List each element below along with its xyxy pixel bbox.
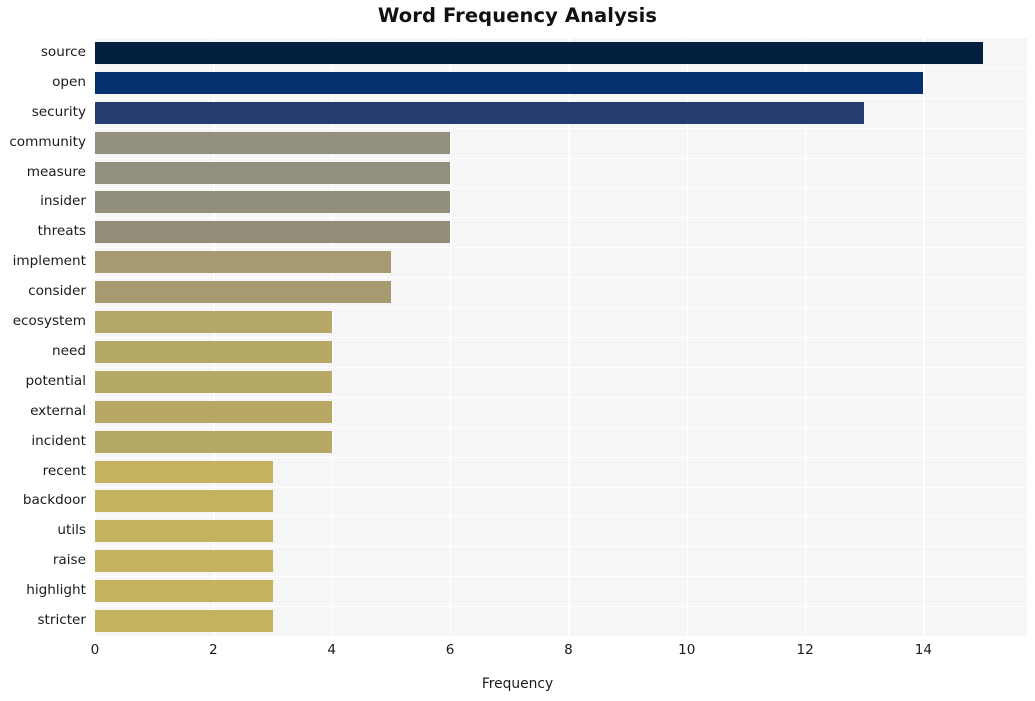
- y-tick-label: consider: [28, 283, 86, 300]
- y-tick-label: recent: [42, 462, 86, 479]
- y-tick-label: highlight: [26, 582, 86, 599]
- y-tick-label: open: [52, 73, 86, 90]
- x-tick-label: 2: [209, 642, 218, 658]
- y-tick-label: security: [31, 103, 86, 120]
- y-tick-label: external: [30, 402, 86, 419]
- y-tick-label: implement: [12, 253, 86, 270]
- word-frequency-chart: Word Frequency Analysis source open securi…: [0, 0, 1035, 701]
- y-tick-label: insider: [40, 193, 86, 210]
- y-tick-label: ecosystem: [12, 313, 86, 330]
- y-axis-labels: source open security community measure inside…: [0, 38, 1035, 636]
- y-tick-label: backdoor: [22, 492, 86, 509]
- y-tick-label: measure: [26, 163, 86, 180]
- y-tick-label: raise: [52, 552, 86, 569]
- page-title: Word Frequency Analysis: [377, 4, 658, 27]
- y-tick-label: utils: [57, 522, 86, 539]
- y-tick-label: source: [40, 43, 86, 60]
- y-tick-label: need: [52, 342, 86, 359]
- x-tick-label: 6: [445, 642, 455, 658]
- y-tick-label: potential: [25, 372, 86, 389]
- x-tick-label: 4: [327, 642, 337, 658]
- x-tick-label: 0: [90, 642, 100, 658]
- x-tick-label: 8: [564, 642, 573, 658]
- y-tick-label: threats: [37, 223, 86, 240]
- x-tick-label: 12: [796, 642, 814, 658]
- x-axis-title: Frequency: [481, 676, 554, 692]
- x-tick-label: 10: [678, 642, 696, 658]
- y-tick-label: community: [9, 133, 86, 150]
- y-tick-label: stricter: [37, 612, 86, 629]
- x-tick-label: 14: [914, 642, 933, 658]
- y-tick-label: incident: [31, 432, 86, 449]
- x-axis-ticks: 0 2 4 6 8 10 12 14: [0, 642, 1035, 668]
